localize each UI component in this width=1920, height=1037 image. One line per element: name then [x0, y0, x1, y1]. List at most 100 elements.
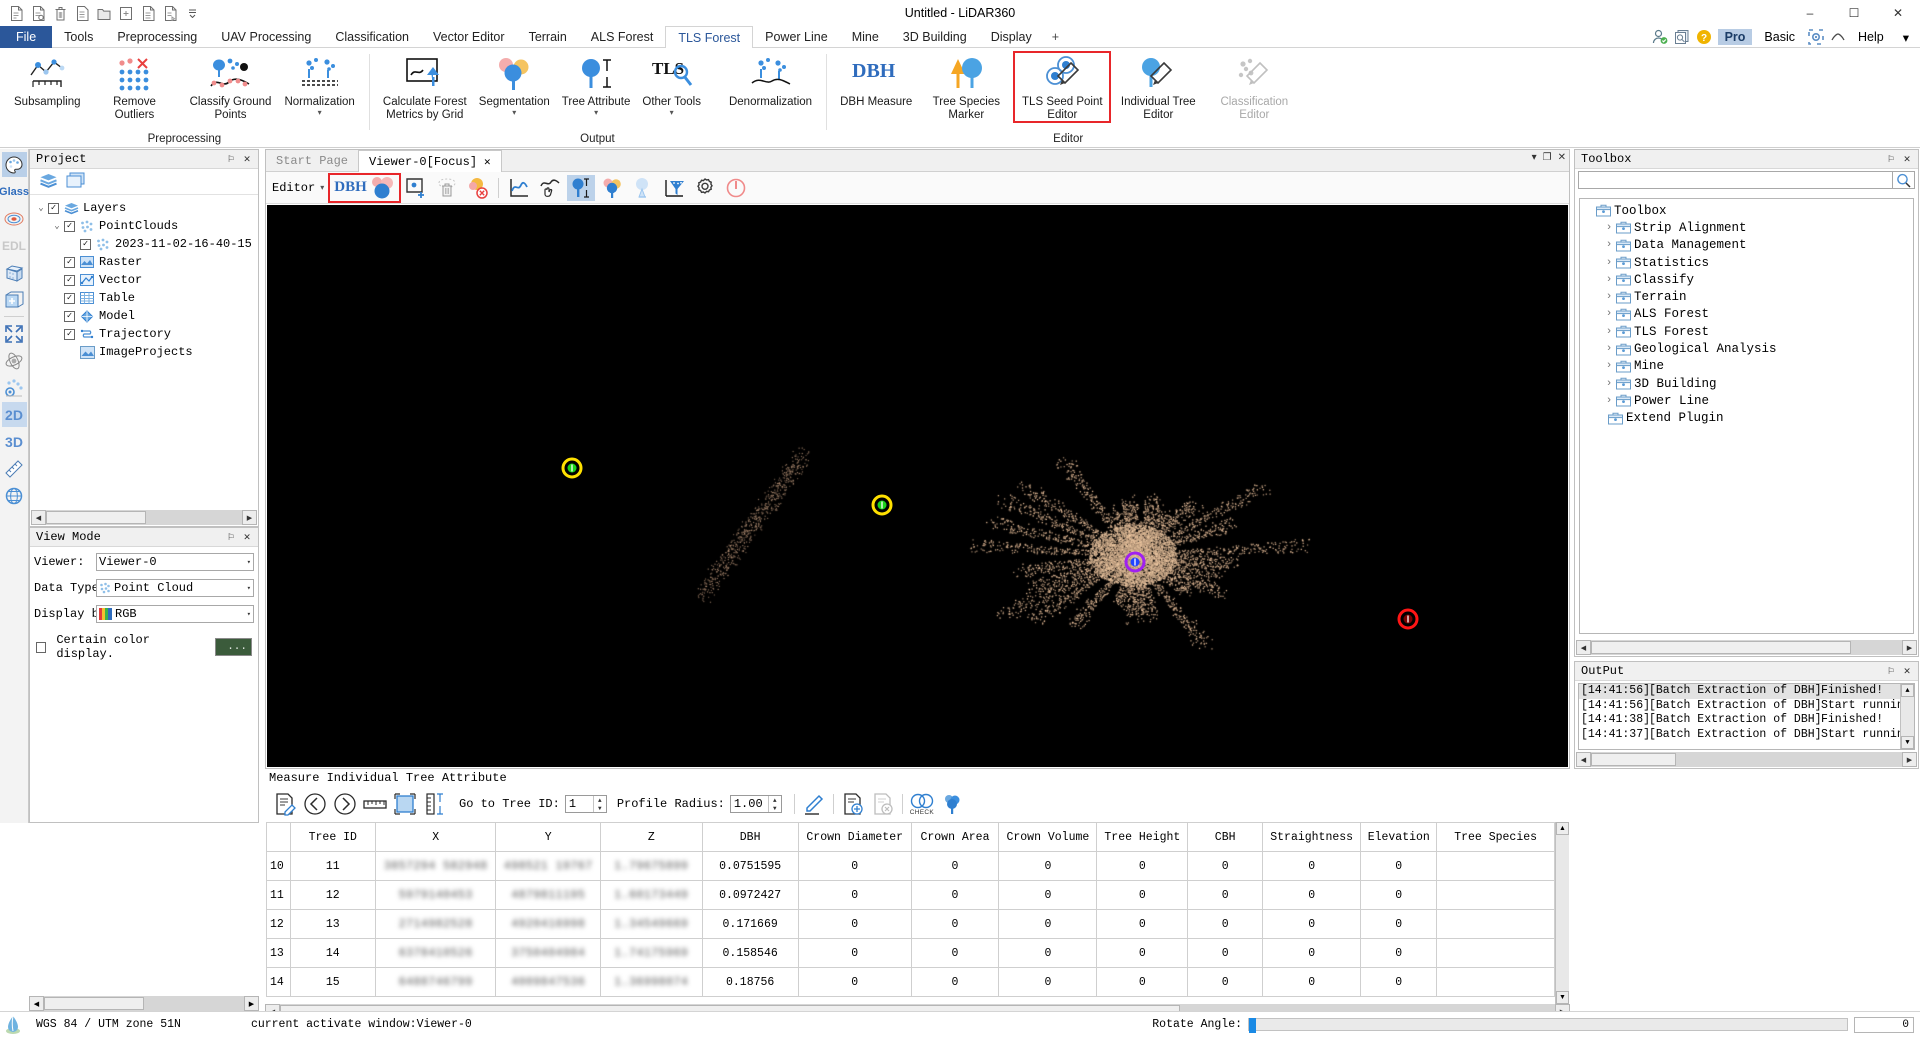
chevron-down-icon[interactable]: ▾ [512, 109, 516, 116]
pin-icon[interactable]: ⚐ [223, 529, 239, 545]
viewer-select[interactable]: Viewer-0 ▾ [96, 553, 254, 571]
table-column-header[interactable]: Elevation [1361, 823, 1437, 852]
open-file-icon[interactable] [28, 3, 48, 23]
project-tree-item[interactable]: ⌄ ✓ PointClouds [34, 217, 256, 235]
seed-point-marker[interactable] [1397, 608, 1419, 630]
left-bottom-hscrollbar[interactable]: ◀ ▶ [29, 996, 259, 1011]
tab-start-page[interactable]: Start Page [266, 150, 358, 171]
table-column-header[interactable]: Straightness [1263, 823, 1361, 852]
search-icon[interactable] [1893, 171, 1915, 189]
measure-ruler-button[interactable] [361, 790, 389, 818]
tree-height-measure-button[interactable] [421, 790, 449, 818]
table-row[interactable]: 12 13 2714982528 4920416998 1.34549669 0.1716… [267, 910, 1555, 939]
ribbon-button-tls-seed-point-editor[interactable]: TLS Seed Point Editor [1014, 52, 1110, 122]
data-type-select[interactable]: Point Cloud ▾ [96, 579, 254, 597]
basic-badge[interactable]: Basic [1757, 29, 1802, 45]
display-by-select[interactable]: RGB ▾ [96, 605, 254, 623]
chevron-right-icon[interactable]: › [1602, 395, 1616, 407]
folder-icon[interactable] [94, 3, 114, 23]
ribbon-tab-vector-editor[interactable]: Vector Editor [421, 26, 517, 48]
scroll-left-icon[interactable]: ◀ [1576, 640, 1591, 655]
close-icon[interactable]: ✕ [1899, 151, 1915, 167]
scroll-right-icon[interactable]: ▶ [1902, 640, 1917, 655]
layer-stack-icon[interactable] [65, 172, 87, 192]
maximize-button[interactable]: ☐ [1832, 0, 1876, 26]
tree-attribute-table-wrap[interactable]: Tree ID X Y Z DBH Crown Diameter Crown Area Cro… [266, 822, 1555, 1004]
scroll-down-icon[interactable]: ▼ [1901, 736, 1914, 749]
project-tree-item[interactable]: ✓ Vector [34, 271, 256, 289]
ribbon-tab-power-line[interactable]: Power Line [753, 26, 840, 48]
close-icon[interactable]: ✕ [1899, 663, 1915, 679]
ribbon-button-tree-attribute[interactable]: Tree Attribute ▾ [556, 52, 637, 116]
scroll-left-icon[interactable]: ◀ [1576, 752, 1591, 767]
chevron-right-icon[interactable]: › [1602, 274, 1616, 286]
check-button[interactable]: CHECK [908, 790, 936, 818]
fit-window-icon[interactable] [2, 321, 27, 346]
table-column-header[interactable]: Tree ID [290, 823, 376, 852]
eye-contour-icon[interactable] [2, 206, 27, 231]
layer-visibility-checkbox[interactable]: ✓ [80, 239, 91, 250]
measure-icon[interactable] [2, 456, 27, 481]
scroll-right-icon[interactable]: ▶ [244, 996, 259, 1011]
ribbon-tab-terrain[interactable]: Terrain [517, 26, 579, 48]
previous-tree-button[interactable] [301, 790, 329, 818]
output-log-line[interactable]: [14:41:56] [Batch Extraction of DBH] Start… [1579, 699, 1914, 714]
settings-icon[interactable] [1807, 29, 1824, 46]
edit-table-button[interactable] [271, 790, 299, 818]
close-icon[interactable]: ✕ [239, 151, 255, 167]
ribbon-tab-classification[interactable]: Classification [323, 26, 421, 48]
pin-icon[interactable]: ⚐ [1883, 151, 1899, 167]
ribbon-button-classification-editor[interactable]: Classification Editor [1206, 52, 1302, 122]
layer-visibility-checkbox[interactable]: ✓ [64, 221, 75, 232]
add-box-icon[interactable] [2, 287, 27, 312]
toolbox-tree-item[interactable]: › Classify [1582, 271, 1913, 288]
output-hscrollbar[interactable]: ◀ ▶ [1576, 752, 1917, 767]
export-icon[interactable] [160, 3, 180, 23]
toolbox-tree-item[interactable]: › TLS Forest [1582, 323, 1913, 340]
toolbox-tree-item[interactable]: › Strip Alignment [1582, 219, 1913, 236]
chevron-down-icon[interactable]: ▾ [594, 109, 598, 116]
add-seed-point-button[interactable] [402, 175, 430, 201]
table-column-header[interactable]: Y [496, 823, 601, 852]
table-column-header[interactable] [267, 823, 291, 852]
chevron-right-icon[interactable]: › [1602, 343, 1616, 355]
ribbon-tab-tls-forest[interactable]: TLS Forest [665, 26, 753, 48]
rotate-angle-value[interactable]: 0 [1854, 1017, 1914, 1033]
add-record-button[interactable] [839, 790, 867, 818]
add-folder-icon[interactable] [116, 3, 136, 23]
pin-icon[interactable]: ⚐ [223, 151, 239, 167]
seed-point-marker[interactable] [1124, 551, 1146, 573]
project-tree-item[interactable]: ImageProjects [34, 343, 256, 361]
chevron-right-icon[interactable]: › [1602, 239, 1616, 251]
power-exit-button[interactable] [722, 175, 750, 201]
help-caret-icon[interactable]: ▾ [1896, 29, 1916, 46]
ribbon-button-remove-outliers[interactable]: Remove Outliers [86, 52, 182, 122]
remove-tree-button[interactable] [464, 175, 492, 201]
profile-chart-button[interactable] [505, 175, 533, 201]
toolbox-tree-item[interactable]: › ALS Forest [1582, 306, 1913, 323]
bounding-box-icon[interactable] [2, 260, 27, 285]
spinner-arrows[interactable]: ▲ ▼ [593, 796, 606, 812]
chevron-expand-icon[interactable]: ⌄ [34, 203, 48, 213]
table-row[interactable]: 11 12 5979140453 4879811195 1.60173449 0.0972… [267, 881, 1555, 910]
ribbon-button-classify-ground-points[interactable]: Classify Ground Points [182, 52, 278, 122]
viewer-close-icon[interactable]: ✕ [1558, 152, 1566, 163]
editor-dropdown-icon[interactable]: ▾ [320, 183, 324, 192]
layer-visibility-checkbox[interactable]: ✓ [64, 329, 75, 340]
scroll-right-icon[interactable]: ▶ [1902, 752, 1917, 767]
ribbon-button-dbh-measure[interactable]: DBH DBH Measure [834, 52, 918, 109]
chevron-expand-icon[interactable]: ⌄ [50, 221, 64, 231]
table-column-header[interactable]: Crown Volume [999, 823, 1097, 852]
delete-icon[interactable] [50, 3, 70, 23]
output-log-line[interactable]: [14:41:38] [Batch Extraction of DBH] Finis… [1579, 713, 1914, 728]
view-2d-icon[interactable]: 2D [2, 402, 27, 427]
scroll-down-icon[interactable]: ▼ [1556, 991, 1569, 1004]
ribbon-button-other-tools[interactable]: TLS Other Tools ▾ [636, 52, 707, 116]
toolbox-tree-item[interactable]: › Mine [1582, 358, 1913, 375]
output-log-list[interactable]: [14:41:56] [Batch Extraction of DBH] Finis… [1578, 683, 1915, 750]
tree-trunk-button[interactable] [629, 175, 657, 201]
chevron-right-icon[interactable]: › [1602, 222, 1616, 234]
point-cloud-canvas[interactable]: y x [267, 205, 1568, 767]
project-tree-item[interactable]: ✓ 2023-11-02-16-40-15 [34, 235, 256, 253]
add-layer-icon[interactable] [38, 172, 59, 191]
